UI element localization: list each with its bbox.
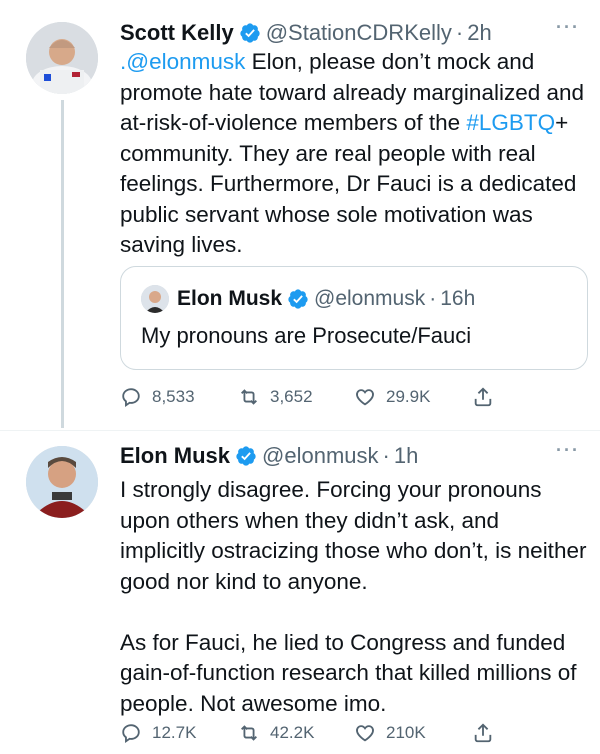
retweet-button[interactable]: 3,652 (238, 386, 354, 408)
astronaut-avatar-image (26, 22, 98, 94)
author-name[interactable]: Scott Kelly (120, 20, 234, 46)
separator-dot: · (455, 20, 464, 45)
reply-count: 8,533 (152, 387, 195, 406)
avatar-elon-musk[interactable] (26, 446, 98, 518)
retweet-button[interactable]: 42.2K (238, 722, 354, 744)
share-button[interactable] (472, 386, 504, 408)
like-count: 210K (386, 723, 426, 742)
tweet-elon-musk[interactable]: Elon Musk @elonmusk · 1h ··· I strongly … (0, 430, 600, 754)
reply-icon (122, 724, 140, 743)
tweet-timestamp[interactable]: 2h (467, 20, 491, 46)
quoted-header: Elon Musk @elonmusk · 16h (177, 283, 475, 315)
retweet-icon (241, 389, 257, 405)
quoted-tweet[interactable]: Elon Musk @elonmusk · 16h My pronouns ar… (120, 266, 588, 370)
more-options-icon[interactable]: ··· (556, 18, 580, 36)
tweet-actions: 12.7K 42.2K 210K (120, 718, 520, 748)
author-name[interactable]: Elon Musk (120, 443, 230, 469)
reply-icon (122, 388, 140, 407)
quoted-text: My pronouns are Prosecute/Fauci (141, 323, 472, 348)
quoted-avatar (141, 285, 169, 313)
share-icon (474, 387, 492, 407)
separator-dot: · (429, 287, 437, 310)
retweet-count: 3,652 (270, 387, 313, 406)
separator-dot: · (382, 443, 390, 468)
retweet-icon (241, 725, 257, 741)
tweet-header: Scott Kelly @StationCDRKelly · 2h ··· (120, 16, 580, 50)
reply-count: 12.7K (152, 723, 197, 742)
elon-avatar-image (26, 446, 98, 518)
retweet-count: 42.2K (270, 723, 315, 742)
share-icon (474, 723, 492, 743)
reply-button[interactable]: 12.7K (120, 722, 238, 744)
more-options-icon[interactable]: ··· (556, 441, 580, 459)
like-button[interactable]: 210K (354, 722, 472, 744)
elon-avatar-small-image (141, 285, 169, 313)
share-button[interactable] (472, 722, 504, 744)
tweet-scott-kelly[interactable]: Scott Kelly @StationCDRKelly · 2h ··· .@… (0, 0, 600, 430)
avatar-scott-kelly[interactable] (26, 22, 98, 94)
quoted-timestamp: 16h (440, 287, 476, 310)
verified-badge-icon (240, 23, 260, 43)
tweet-timestamp[interactable]: 1h (394, 443, 418, 469)
heart-icon (356, 389, 374, 406)
mention-link[interactable]: .@elonmusk (120, 49, 245, 74)
verified-badge-icon (288, 289, 308, 309)
reply-button[interactable]: 8,533 (120, 386, 238, 408)
verified-badge-icon (236, 446, 256, 466)
quoted-author-name: Elon Musk (177, 287, 283, 310)
thread-connector-line (61, 100, 64, 428)
author-handle[interactable]: @elonmusk (262, 443, 379, 469)
tweet-header: Elon Musk @elonmusk · 1h ··· (120, 439, 580, 473)
tweet-text: .@elonmusk Elon, please don’t mock and p… (120, 47, 590, 261)
like-count: 29.9K (386, 387, 431, 406)
author-handle[interactable]: @StationCDRKelly (266, 20, 452, 46)
like-button[interactable]: 29.9K (354, 386, 472, 408)
tweet-actions: 8,533 3,652 29.9K (120, 382, 520, 412)
heart-icon (356, 725, 374, 742)
quoted-author-handle: @elonmusk (314, 287, 426, 310)
tweet-text: I strongly disagree. Forcing your pronou… (120, 477, 587, 716)
hashtag-link[interactable]: #LGBTQ (466, 110, 555, 135)
